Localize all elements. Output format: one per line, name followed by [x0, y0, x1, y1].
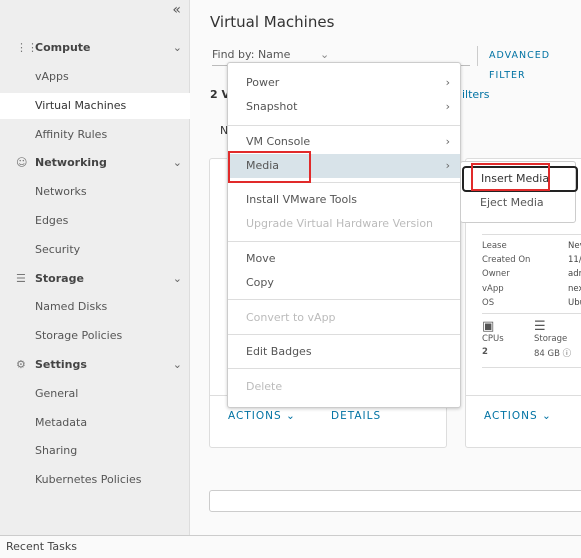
sidebar-section-compute[interactable]: ⋮⋮ Compute ⌄ [16, 41, 182, 54]
menu-item-upgrade-hardware: Upgrade Virtual Hardware Version [246, 217, 434, 230]
menu-item-delete: Delete [246, 380, 283, 393]
sidebar-item-sharing[interactable]: Sharing [0, 438, 190, 464]
sidebar-item-security[interactable]: Security [0, 237, 190, 263]
menu-item-move[interactable]: Move [228, 247, 460, 271]
highlight-box [228, 151, 311, 183]
sidebar-item-affinity-rules[interactable]: Affinity Rules [0, 122, 190, 148]
pagination-bar [209, 490, 581, 512]
chevron-down-icon: ⌄ [320, 48, 330, 61]
actions-button[interactable]: ACTIONS ⌄ [484, 410, 552, 422]
grid-icon: ⋮⋮ [16, 41, 38, 54]
menu-item-snapshot[interactable]: Snapshot › [228, 95, 460, 119]
sidebar-item-vapps[interactable]: vApps [0, 64, 190, 90]
sidebar-section-settings[interactable]: ⚙ Settings ⌄ [16, 358, 182, 371]
recent-tasks-bar[interactable]: Recent Tasks [0, 535, 581, 557]
menu-item-edit-badges[interactable]: Edit Badges [228, 340, 460, 364]
database-icon: ☰ [16, 272, 26, 285]
advanced-filter-link[interactable]: ADVANCED FILTER [477, 46, 581, 81]
sidebar-item-named-disks[interactable]: Named Disks [0, 294, 190, 320]
network-icon: ☺ [16, 156, 28, 169]
chevron-down-icon: ⌄ [172, 156, 182, 169]
collapse-sidebar-icon[interactable]: « [172, 2, 181, 18]
details-button[interactable]: DETAILS [331, 410, 381, 422]
sidebar-item-kubernetes-policies[interactable]: Kubernetes Policies [0, 467, 190, 493]
chevron-right-icon: › [445, 100, 450, 113]
sidebar-section-storage[interactable]: ☰ Storage ⌄ [16, 272, 182, 285]
sidebar: « ⋮⋮ Compute ⌄ vApps Virtual Machines Affi… [0, 0, 190, 535]
sidebar-item-metadata[interactable]: Metadata [0, 410, 190, 436]
sidebar-item-virtual-machines[interactable]: Virtual Machines [0, 93, 190, 119]
actions-button[interactable]: ACTIONS ⌄ [228, 410, 296, 422]
filters-link[interactable]: ilters [462, 88, 489, 101]
storage-icon: ☰ [534, 319, 546, 334]
sidebar-item-general[interactable]: General [0, 381, 190, 407]
menu-item-install-vmware-tools[interactable]: Install VMware Tools [228, 188, 460, 212]
chevron-down-icon: ⌄ [172, 272, 182, 285]
menu-item-copy[interactable]: Copy [228, 271, 460, 295]
context-menu: Power › Snapshot › VM Console › Media › Inst… [227, 62, 461, 408]
menu-item-power[interactable]: Power › [228, 71, 460, 95]
menu-item-convert-to-vapp: Convert to vApp [246, 311, 336, 324]
sidebar-item-edges[interactable]: Edges [0, 208, 190, 234]
sidebar-section-networking[interactable]: ☺ Networking ⌄ [16, 156, 182, 169]
chevron-down-icon: ⌄ [172, 358, 182, 371]
sidebar-item-storage-policies[interactable]: Storage Policies [0, 323, 190, 349]
highlight-box [471, 163, 550, 191]
chevron-right-icon: › [445, 159, 450, 172]
sidebar-item-networks[interactable]: Networks [0, 179, 190, 205]
chevron-right-icon: › [445, 76, 450, 89]
cpu-icon: ▣ [482, 319, 495, 334]
page-title: Virtual Machines [210, 13, 335, 31]
vm-properties: Lease Created On Owner vApp OS [482, 241, 531, 308]
vm-property-values: Nev11/0admnexUbu [568, 241, 581, 308]
chevron-down-icon: ⌄ [172, 41, 182, 54]
info-icon[interactable]: ⓘ [563, 349, 572, 359]
chevron-right-icon: › [445, 135, 450, 148]
submenu-item-eject-media[interactable]: Eject Media [461, 193, 544, 213]
gear-icon: ⚙ [16, 358, 26, 371]
